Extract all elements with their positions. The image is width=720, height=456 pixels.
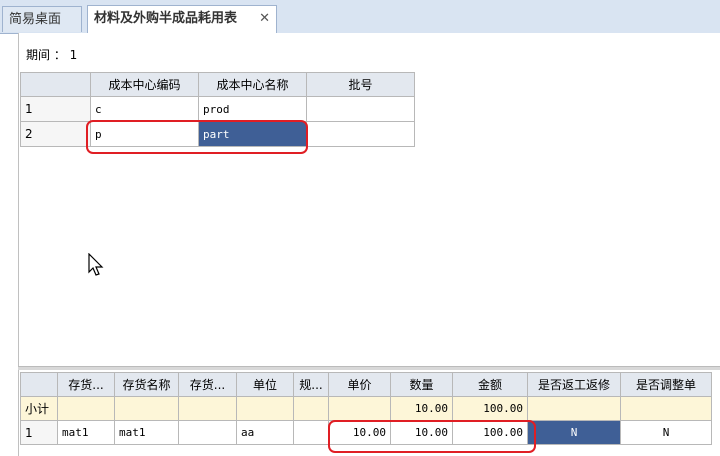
cost-center-code-cell[interactable]: p xyxy=(90,121,199,147)
table-row[interactable]: 2 p part xyxy=(20,121,415,147)
column-header-batch[interactable]: 批号 xyxy=(306,72,415,97)
row-number: 1 xyxy=(20,96,91,122)
column-header-inventory-code[interactable]: 存货... xyxy=(57,372,115,397)
unit-price-cell[interactable]: 10.00 xyxy=(328,420,391,445)
subtotal-amount: 100.00 xyxy=(452,396,528,421)
table-row[interactable]: 1 c prod xyxy=(20,96,415,122)
tab-material-consumption[interactable]: 材料及外购半成品耗用表 ✕ xyxy=(87,5,277,33)
inventory-spec-cell[interactable] xyxy=(178,420,237,445)
column-header-inventory-name[interactable]: 存货名称 xyxy=(114,372,179,397)
tab-label: 材料及外购半成品耗用表 xyxy=(94,11,238,26)
close-icon[interactable]: ✕ xyxy=(259,6,270,32)
mouse-cursor-icon xyxy=(88,253,104,276)
row-number: 1 xyxy=(20,420,58,445)
batch-cell[interactable] xyxy=(306,121,415,147)
column-header-cost-center-code[interactable]: 成本中心编码 xyxy=(90,72,199,97)
cost-center-name-cell[interactable]: prod xyxy=(198,96,307,122)
splitter[interactable] xyxy=(18,366,720,370)
tab-bar: 简易桌面 材料及外购半成品耗用表 ✕ xyxy=(0,0,720,34)
row-number: 2 xyxy=(20,121,91,147)
tab-simple-desktop[interactable]: 简易桌面 xyxy=(2,6,82,32)
amount-cell[interactable]: 100.00 xyxy=(452,420,528,445)
inventory-grid: 存货... 存货名称 存货... 单位 规... 单价 数量 金额 是否返工返修… xyxy=(20,372,712,445)
rework-cell[interactable]: N xyxy=(527,420,621,445)
unit-cell[interactable]: aa xyxy=(236,420,294,445)
column-header-rework[interactable]: 是否返工返修 xyxy=(527,372,621,397)
table-row[interactable]: 1 mat1 mat1 aa 10.00 10.00 100.00 N N xyxy=(20,420,712,445)
adjustment-cell[interactable]: N xyxy=(620,420,712,445)
column-header xyxy=(20,372,58,397)
inventory-name-cell[interactable]: mat1 xyxy=(114,420,179,445)
column-header-model[interactable]: 规... xyxy=(293,372,329,397)
column-header-adjustment[interactable]: 是否调整单 xyxy=(620,372,712,397)
cost-center-name-cell[interactable]: part xyxy=(198,121,307,147)
column-header-unit[interactable]: 单位 xyxy=(236,372,294,397)
subtotal-row: 小计 10.00 100.00 xyxy=(20,396,712,421)
inventory-code-cell[interactable]: mat1 xyxy=(57,420,115,445)
tab-label: 简易桌面 xyxy=(9,12,62,27)
cost-center-grid: 成本中心编码 成本中心名称 批号 1 c prod 2 p part xyxy=(20,72,415,147)
column-header-amount[interactable]: 金额 xyxy=(452,372,528,397)
column-header-inventory-spec[interactable]: 存货... xyxy=(178,372,237,397)
subtotal-label: 小计 xyxy=(20,396,58,421)
column-header-unit-price[interactable]: 单价 xyxy=(328,372,391,397)
subtotal-quantity: 10.00 xyxy=(390,396,453,421)
batch-cell[interactable] xyxy=(306,96,415,122)
column-header xyxy=(20,72,91,97)
column-header-quantity[interactable]: 数量 xyxy=(390,372,453,397)
quantity-cell[interactable]: 10.00 xyxy=(390,420,453,445)
column-header-cost-center-name[interactable]: 成本中心名称 xyxy=(198,72,307,97)
period-label: 期间 ： 1 xyxy=(26,48,78,62)
model-cell[interactable] xyxy=(293,420,329,445)
cost-center-code-cell[interactable]: c xyxy=(90,96,199,122)
